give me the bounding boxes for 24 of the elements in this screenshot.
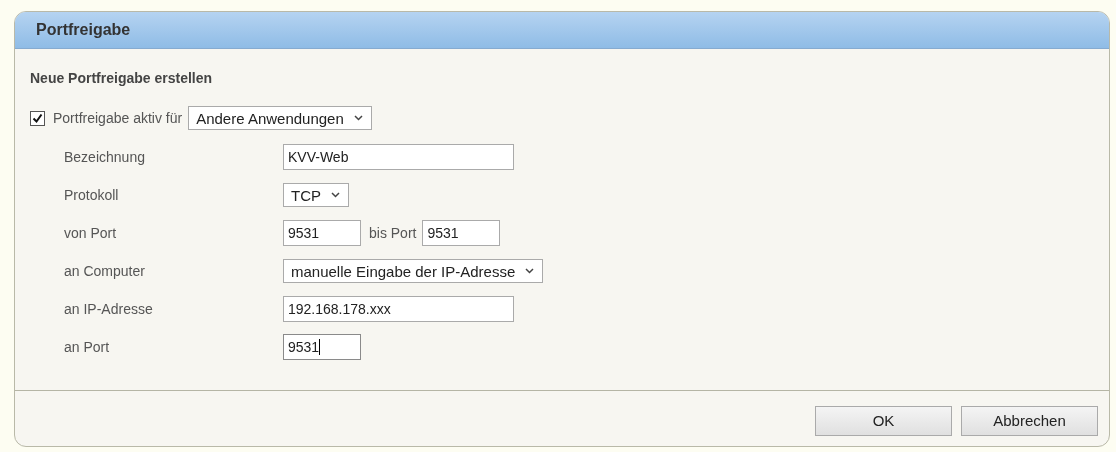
dialog-button[interactable]: OK [815,405,952,436]
input-field[interactable]: 9531 [283,334,361,360]
field-label: von Port [64,225,118,241]
input-field[interactable]: 192.168.178.xxx [283,296,514,322]
field-label: an Port [64,339,111,355]
field-label: Bezeichnung [64,149,146,165]
field-label: an Computer [64,263,146,279]
dropdown[interactable]: TCP [283,183,349,207]
input-field[interactable]: 9531 [283,220,361,246]
field-label: Protokoll [64,187,120,203]
chevron-icon [331,192,340,198]
dropdown[interactable]: manuelle Eingabe der IP-Adresse [283,259,544,283]
checkbox[interactable] [30,110,45,126]
section-title: Neue Portfreigabe erstellen [30,70,213,86]
chevron-icon [525,268,535,274]
window-title: Portfreigabe [36,21,131,39]
field-label: bis Port [369,225,417,241]
dropdown[interactable]: Andere Anwendungen [188,106,372,130]
input-field[interactable]: 9531 [422,220,501,246]
chevron-icon [353,115,363,121]
checkbox-label: Portfreigabe aktiv für [53,110,183,126]
input-field[interactable]: KVV-Web [283,144,514,170]
dialog-button[interactable]: Abbrechen [961,405,1098,436]
field-label: an IP-Adresse [64,301,154,317]
